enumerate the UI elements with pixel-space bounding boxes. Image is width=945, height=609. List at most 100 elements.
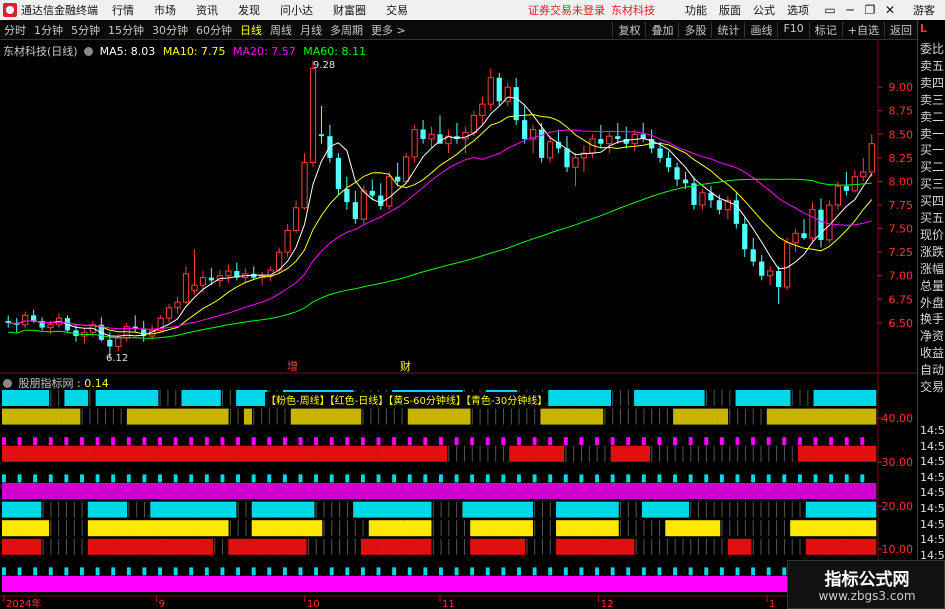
tool-diejia[interactable]: 叠加	[645, 21, 678, 38]
indicator-cell	[282, 538, 292, 555]
indicator-gap	[502, 445, 504, 462]
indicator-cell	[751, 576, 760, 592]
indicator-cell	[696, 520, 705, 537]
indicator-cell	[821, 501, 830, 518]
indicator-cell	[33, 576, 42, 592]
menu-wenxiaoda[interactable]: 问小达	[280, 2, 313, 18]
indicator-cell	[134, 408, 143, 425]
indicator-cell	[158, 437, 162, 446]
indicator-name[interactable]: 股朋指标网	[19, 377, 74, 390]
menu-shichang[interactable]: 市场	[154, 2, 176, 18]
indicator-cell	[758, 390, 768, 406]
indicator-cell	[392, 437, 397, 446]
close-icon[interactable]: ✕	[881, 3, 899, 17]
indicator-cell	[563, 483, 572, 499]
menu-caifuquan[interactable]: 财富圈	[333, 2, 366, 18]
indicator-cell	[852, 538, 861, 555]
tool-huaxian[interactable]: 画线	[744, 21, 777, 38]
stock-name[interactable]: 东材科技(日线)	[3, 45, 78, 58]
indicator-cell	[290, 576, 299, 592]
indicator-cell	[368, 538, 377, 555]
settings-circle-icon[interactable]	[84, 47, 94, 56]
chart-area[interactable]: 9.00 8.75 8.50 8.25 8.00 7.75 7.50 7.25 7.00 6.75…	[0, 40, 917, 609]
menu-xuanxiang[interactable]: 选项	[787, 2, 809, 18]
period-daily[interactable]: 日线	[236, 22, 266, 38]
period-1min[interactable]: 1分钟	[30, 22, 67, 38]
menu-faxian[interactable]: 发现	[238, 2, 260, 18]
indicator-cell	[579, 474, 584, 483]
indicator-cell	[509, 520, 518, 537]
indicator-gap	[463, 445, 465, 462]
indicator-gap	[729, 501, 731, 518]
indicator-cell	[142, 520, 151, 537]
indicator-cell	[478, 520, 487, 537]
indicator-cell	[150, 501, 159, 518]
indicator-gap	[752, 501, 754, 518]
tool-back[interactable]: 返回	[884, 21, 917, 38]
period-15min[interactable]: 15分钟	[104, 22, 148, 38]
tool-f10[interactable]: F10	[777, 21, 808, 38]
indicator-gap	[339, 501, 341, 518]
period-30min[interactable]: 30分钟	[148, 22, 192, 38]
indicator-gap	[783, 520, 785, 537]
indicator-cell	[844, 437, 849, 446]
indicator-cell	[259, 445, 268, 462]
settings-circle-icon[interactable]	[3, 379, 12, 388]
indicator-cell	[119, 445, 128, 462]
period-fenshi[interactable]: 分时	[0, 22, 30, 38]
indicator-cell	[87, 520, 96, 537]
date-axis: 2024年 9 10 11 12 1	[0, 595, 878, 609]
menu-banmian[interactable]: 版面	[719, 2, 741, 18]
menu-zixun[interactable]: 资讯	[196, 2, 218, 18]
menu-gongneng[interactable]: 功能	[685, 2, 707, 18]
indicator-cell	[563, 501, 572, 518]
indicator-cell	[836, 445, 846, 462]
menu-gongshi[interactable]: 公式	[753, 2, 775, 18]
period-more[interactable]: 更多 >	[367, 22, 410, 38]
indicator-cell	[197, 445, 206, 462]
tool-add-favorite[interactable]: +自选	[841, 21, 884, 38]
minimize-icon[interactable]: ─	[841, 3, 859, 17]
period-5min[interactable]: 5分钟	[67, 22, 104, 38]
indicator-value: : 0.14	[77, 377, 109, 390]
tool-duogu[interactable]: 多股	[678, 21, 711, 38]
tool-fuquan[interactable]: 复权	[612, 21, 645, 38]
guest-user[interactable]: 游客	[913, 2, 935, 18]
indicator-cell	[134, 538, 143, 555]
indicator-gap	[456, 538, 458, 555]
indicator-cell	[220, 408, 229, 425]
indicator-cell	[758, 576, 768, 592]
indicator-cell	[680, 501, 690, 518]
indicator-cell	[212, 520, 221, 537]
menu-hangqing[interactable]: 行情	[112, 2, 134, 18]
indicator-gap	[744, 445, 746, 462]
indicator-cell	[774, 576, 783, 592]
indicator-cell	[2, 520, 11, 537]
indicator-gap	[268, 408, 270, 425]
indicator-cell	[329, 437, 334, 446]
restore-layout-icon[interactable]: ▭	[821, 3, 839, 17]
tool-tongji[interactable]: 统计	[711, 21, 744, 38]
tool-biaoji[interactable]: 标记	[808, 21, 842, 38]
period-multi[interactable]: 多周期	[326, 22, 367, 38]
maximize-icon[interactable]: ❐	[861, 3, 879, 17]
period-weekly[interactable]: 周线	[266, 22, 296, 38]
app-name: 通达信金融终端	[21, 4, 98, 17]
indicator-cell	[2, 390, 11, 406]
indicator-gap	[526, 408, 528, 425]
indicator-cell	[399, 538, 409, 555]
indicator-cell	[829, 474, 834, 483]
quote-label: 自动	[920, 363, 945, 378]
indicator-cell	[95, 437, 100, 446]
indicator-gap	[659, 538, 661, 555]
indicator-cell	[758, 483, 768, 499]
indicator-cell	[243, 538, 253, 555]
indicator-cell	[314, 483, 323, 499]
period-monthly[interactable]: 月线	[296, 22, 326, 38]
period-60min[interactable]: 60分钟	[192, 22, 236, 38]
indicator-cell	[392, 576, 401, 592]
trade-login-notice[interactable]: 证券交易未登录	[528, 2, 605, 18]
indicator-cell	[680, 576, 690, 592]
indicator-cell	[696, 576, 705, 592]
menu-jiaoyi[interactable]: 交易	[386, 2, 408, 18]
